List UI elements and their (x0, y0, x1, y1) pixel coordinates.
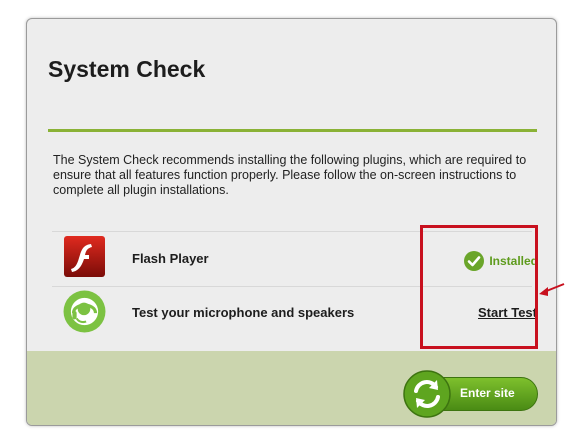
plugin-label-flash: Flash Player (132, 251, 209, 266)
flash-player-icon (64, 236, 105, 277)
system-check-dialog: System Check The System Check recommends… (26, 18, 557, 426)
refresh-arrows-icon (403, 370, 451, 418)
highlight-box (420, 225, 538, 349)
enter-site-label: Enter site (460, 386, 515, 400)
red-arrow-icon (539, 283, 565, 296)
microphone-headset-icon (63, 290, 106, 333)
dialog-description: The System Check recommends installing t… (53, 153, 527, 197)
plugin-label-microphone: Test your microphone and speakers (132, 305, 355, 320)
dialog-title: System Check (48, 56, 206, 82)
enter-site-button[interactable]: Enter site (403, 370, 538, 418)
title-divider (48, 129, 537, 132)
